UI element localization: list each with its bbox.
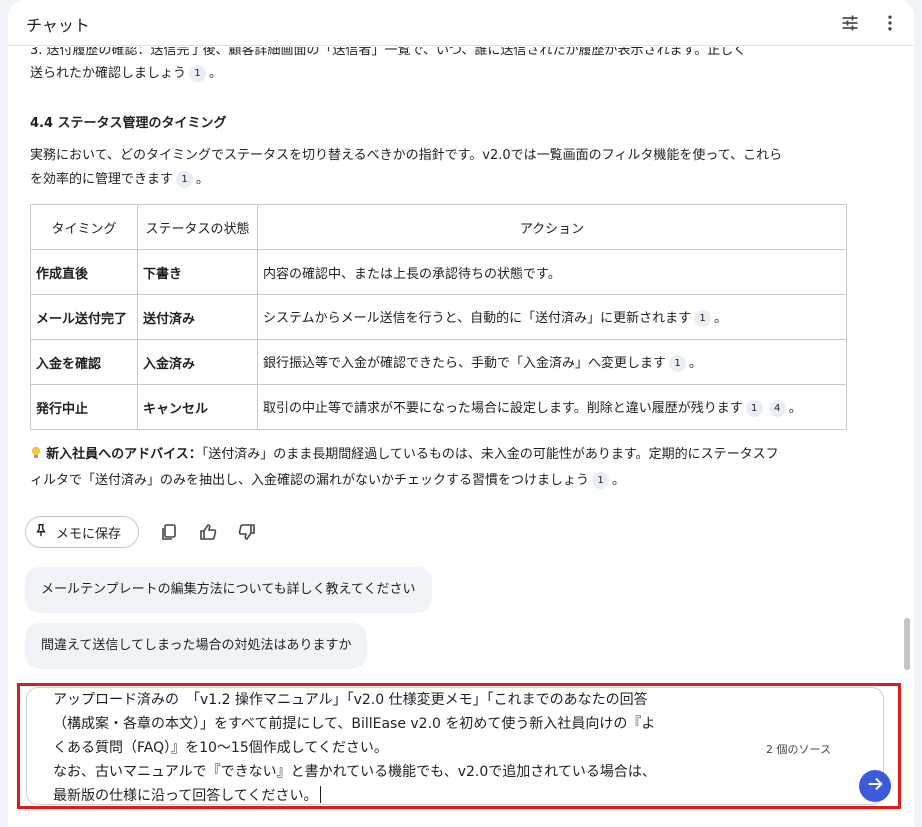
table-row: 入金を確認 入金済み 銀行振込等で入金が確認できたら、手動で「入金済み」へ変更し… (30, 339, 847, 385)
more-vert-icon[interactable] (878, 11, 902, 35)
paragraph: 送られたか確認しましょう 1。 (30, 65, 223, 82)
citation-chip[interactable]: 4 (768, 400, 786, 417)
intro-paragraph: 実務において、どのタイミングでステータスを切り替えるべきかの指針です。v2.0で… (30, 148, 783, 188)
thumb-down-icon[interactable] (237, 522, 257, 542)
timing-cell: 入金を確認 (30, 339, 138, 385)
citation-chip[interactable]: 1 (176, 171, 194, 188)
save-to-note-button[interactable]: メモに保存 (25, 516, 139, 548)
query-input-text[interactable]: アップロード済みの 「v1.2 操作マニュアル」「v2.0 仕様変更メモ」「これ… (53, 688, 753, 808)
sources-count: 2 個のソース (766, 743, 831, 756)
action-cell: 内容の確認中、または上長の承認待ちの状態です。 (257, 249, 847, 295)
user-message: メールテンプレートの編集方法についても詳しく教えてください (25, 567, 432, 613)
copy-icon[interactable] (159, 522, 179, 542)
citation-chip[interactable]: 1 (694, 310, 712, 327)
query-input[interactable]: アップロード済みの 「v1.2 操作マニュアル」「v2.0 仕様変更メモ」「これ… (26, 687, 891, 808)
arrow-right-icon (866, 775, 884, 797)
cut-off-text: 3. 送付履歴の確認：送信完了後、顧客詳細画面の「送信者」一覧で、いつ、誰に送信… (30, 47, 747, 58)
text-caret (320, 786, 322, 803)
status-cell: 送付済み (137, 294, 258, 340)
timing-cell: 発行中止 (30, 384, 138, 430)
chat-scroll-area[interactable]: 3. 送付履歴の確認：送信完了後、顧客詳細画面の「送信者」一覧で、いつ、誰に送信… (8, 47, 914, 677)
citation-chip[interactable]: 1 (592, 472, 610, 489)
citation-chip[interactable]: 1 (745, 400, 763, 417)
column-header: ステータスの状態 (137, 204, 258, 250)
user-message: 間違えて送信してしまった場合の対処法はありますか (25, 623, 368, 669)
advice-label: 新入社員へのアドバイス： (46, 447, 202, 462)
table-row: メール送付完了 送付済み システムからメール送信を行うと、自動的に「送付済み」に… (30, 294, 847, 340)
table-header-row: タイミング ステータスの状態 アクション (30, 204, 847, 250)
page-title: チャット (26, 16, 90, 35)
column-header: タイミング (30, 204, 138, 250)
timing-cell: 作成直後 (30, 249, 138, 295)
citation-chip[interactable]: 1 (189, 65, 207, 82)
tune-icon[interactable] (838, 11, 862, 35)
action-cell: システムからメール送信を行うと、自動的に「送付済み」に更新されます 1。 (257, 294, 847, 340)
table-row: 発行中止 キャンセル 取引の中止等で請求が不要になった場合に設定します。削除と違… (30, 384, 847, 430)
pin-icon (34, 523, 48, 541)
status-cell: 下書き (137, 249, 258, 295)
query-input-highlight: アップロード済みの 「v1.2 操作マニュアル」「v2.0 仕様変更メモ」「これ… (17, 683, 901, 809)
timing-cell: メール送付完了 (30, 294, 138, 340)
action-cell: 取引の中止等で請求が不要になった場合に設定します。削除と違い履歴が残ります 1 4。 (257, 384, 847, 430)
lightbulb-icon (30, 444, 42, 458)
chat-header: チャット (8, 0, 914, 46)
thumb-up-icon[interactable] (198, 522, 218, 542)
status-table: タイミング ステータスの状態 アクション 作成直後 下書き 内容の確認中、または… (30, 204, 847, 430)
section-heading: 4.4 ステータス管理のタイミング (30, 116, 227, 131)
action-cell: 銀行振込等で入金が確認できたら、手動で「入金済み」へ変更します 1。 (257, 339, 847, 385)
citation-chip[interactable]: 1 (669, 355, 687, 372)
send-button[interactable] (859, 770, 891, 802)
status-cell: 入金済み (137, 339, 258, 385)
advice-paragraph: 新入社員へのアドバイス：「送付済み」のまま長期間経過しているものは、未入金の可能… (30, 442, 860, 494)
scrollbar-thumb[interactable] (904, 618, 910, 670)
status-cell: キャンセル (137, 384, 258, 430)
column-header: アクション (257, 204, 847, 250)
table-row: 作成直後 下書き 内容の確認中、または上長の承認待ちの状態です。 (30, 249, 847, 295)
